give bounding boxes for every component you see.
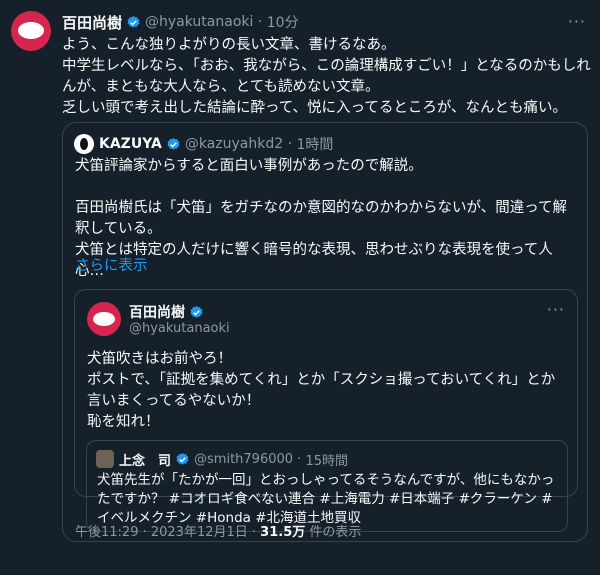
inner-quote-author-name: 上念 司 — [119, 453, 172, 469]
views-label: 件の表示 — [305, 525, 362, 540]
quote-header: KAZUYA @kazuyahkd2 · 1時間 — [99, 134, 333, 154]
author-avatar[interactable] — [11, 11, 51, 51]
inner-quote-header: 上念 司 @smith796000 · 15時間 — [119, 449, 348, 469]
quote-author-handle: @kazuyahkd2 — [184, 136, 284, 152]
inner-tweet-card[interactable]: 百田尚樹 @hyakutanaoki ··· 犬笛吹きはお前やろ！ ポストで、「… — [74, 289, 578, 532]
verified-badge-icon — [127, 15, 140, 28]
tweet-time[interactable]: 10分 — [267, 12, 299, 32]
quote-text: 犬笛評論家からすると面白い事例があったので解説。 百田尚樹氏は「犬笛」をガチなの… — [75, 158, 567, 279]
quote-author-avatar — [74, 134, 94, 154]
views-count: 31.5万 — [260, 525, 306, 540]
verified-badge-icon — [176, 452, 189, 465]
quote-time: 1時間 — [296, 137, 334, 153]
author-name[interactable]: 百田尚樹 — [62, 12, 122, 33]
tweet-header: 百田尚樹 @hyakutanaoki · 10分 — [62, 12, 299, 32]
verified-badge-icon — [167, 137, 180, 150]
inner-author-handle: @hyakutanaoki — [129, 321, 230, 336]
tweet-timestamp[interactable]: 午後11:29 · 2023年12月1日 — [75, 525, 248, 540]
author-handle[interactable]: @hyakutanaoki — [145, 14, 253, 30]
more-horizontal-icon[interactable]: ··· — [568, 12, 586, 31]
dot-separator: · — [253, 14, 267, 30]
inner-quote-time: 15時間 — [305, 453, 348, 469]
more-horizontal-icon[interactable]: ··· — [547, 300, 565, 319]
dot-separator: · — [247, 525, 261, 540]
inner-quote-text: 犬笛先生が「たかが一回」とおっしゃってるそうなんですが、他にもなかったですか？ … — [97, 472, 555, 526]
verified-badge-icon — [190, 305, 203, 318]
inner-tweet-text: 犬笛吹きはお前やろ！ ポストで、「証拠を集めてくれ」とか「スクショ撮っておいてく… — [87, 351, 556, 430]
tweet-text: よう、こんな独りよがりの長い文章、書けるなあ。 中学生レベルなら、「おお、我なが… — [62, 37, 591, 116]
inner-author-avatar — [87, 302, 121, 336]
inner-quote-card[interactable]: 上念 司 @smith796000 · 15時間 犬笛先生が「たかが一回」とおっ… — [86, 440, 568, 532]
inner-quote-avatar — [96, 450, 114, 468]
inner-quote-handle: @smith796000 — [194, 451, 294, 467]
inner-author-name: 百田尚樹 — [129, 305, 185, 321]
quoted-tweet-card[interactable]: KAZUYA @kazuyahkd2 · 1時間 犬笛評論家からすると面白い事例… — [62, 122, 588, 542]
dot-separator: · — [283, 136, 297, 152]
tweet-meta: 午後11:29 · 2023年12月1日 · 31.5万 件の表示 — [75, 521, 361, 540]
show-more-link[interactable]: さらに表示 — [75, 254, 148, 275]
quote-author-name: KAZUYA — [99, 136, 162, 152]
inner-author-row: 百田尚樹 — [129, 302, 208, 322]
dot-separator: · — [293, 451, 306, 467]
